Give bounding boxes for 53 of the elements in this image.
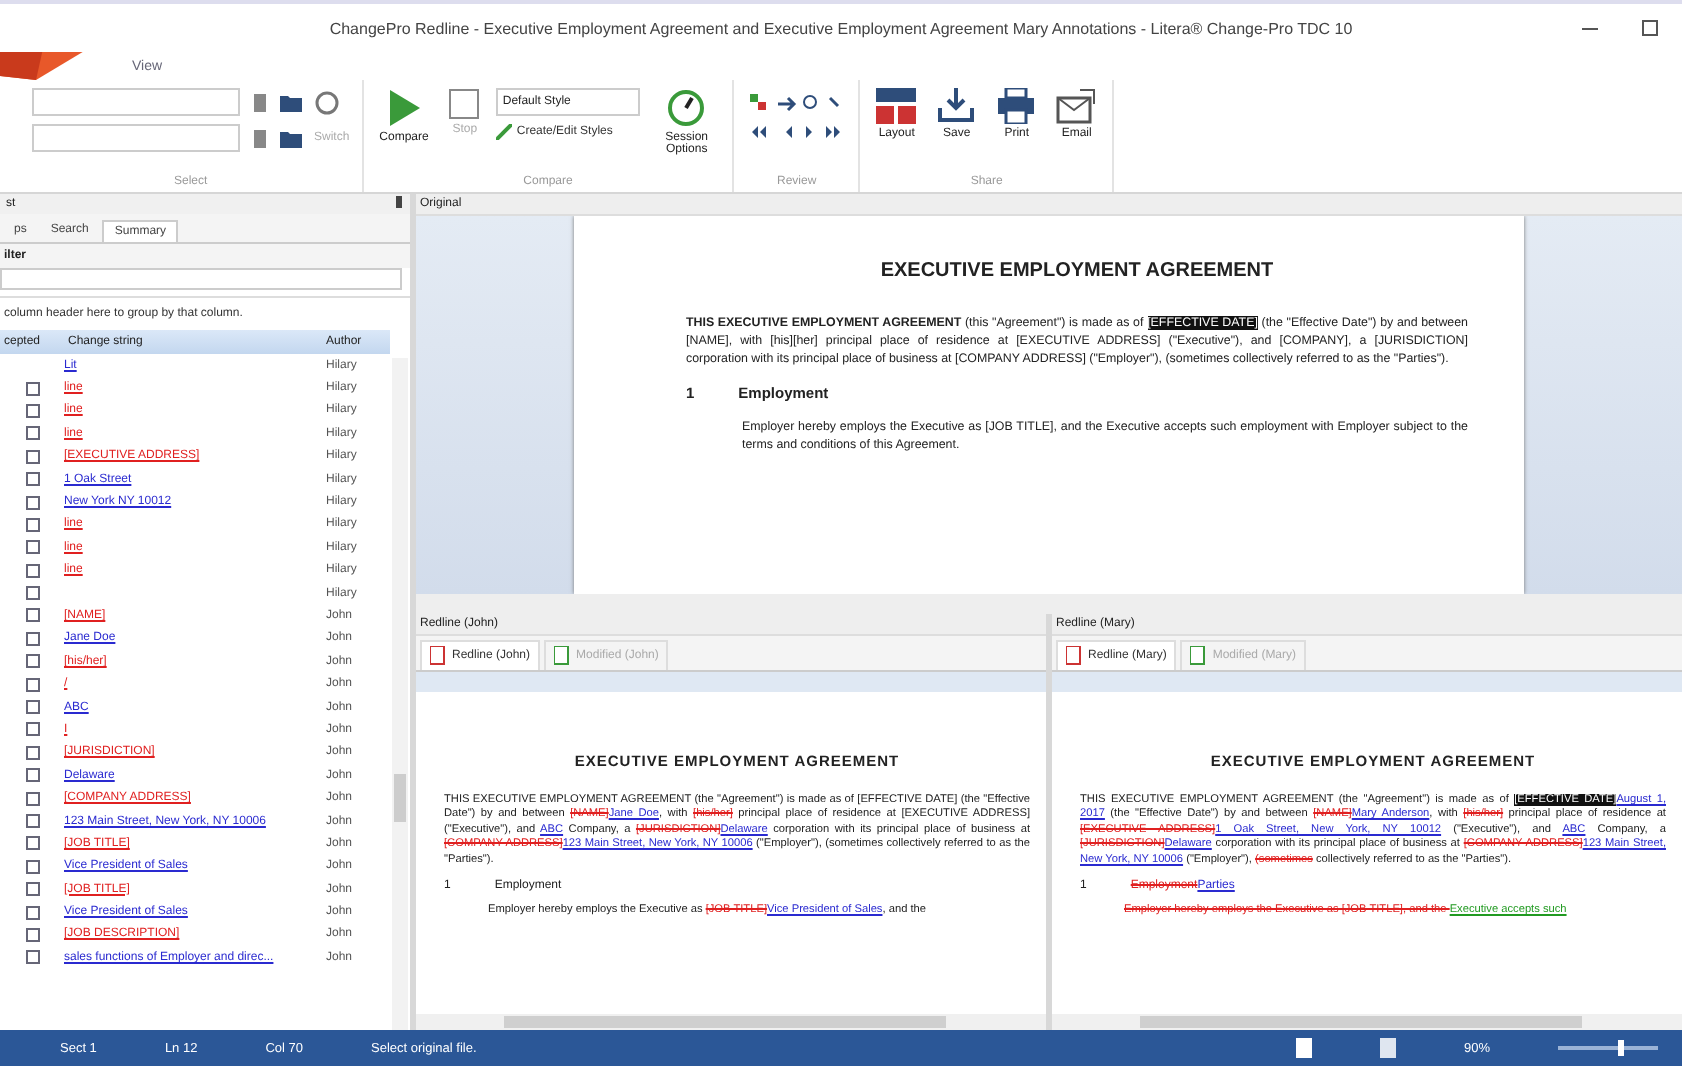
checkbox[interactable] [25,905,39,920]
gauge-icon [666,88,707,128]
stop-icon [448,88,481,120]
document-icon [1190,646,1209,666]
checkbox[interactable] [25,586,39,601]
maximize-button[interactable] [1642,20,1658,36]
checkbox[interactable] [25,517,39,532]
refresh-icon[interactable] [314,89,340,115]
scrollbar[interactable] [392,358,408,1030]
folder-icon[interactable] [280,129,302,147]
scrollbar[interactable] [416,1014,1046,1030]
page-view-icon[interactable] [1295,1038,1312,1058]
checkbox[interactable] [25,472,39,487]
checkbox[interactable] [25,950,39,965]
scrollbar[interactable] [1052,1014,1682,1030]
document-icon [1066,646,1084,666]
layout-icon [876,88,917,124]
printer-icon [996,88,1037,124]
checkbox[interactable] [25,882,39,897]
checkbox[interactable] [25,814,39,828]
folder-icon[interactable] [280,93,302,111]
pencil-icon [496,124,513,140]
window-title: ChangePro Redline - Executive Employment Agreement and Executive Employment Agreement Mary Annotations - Litera® Change-Pro TDC 10 [329,19,1353,37]
checkbox[interactable] [25,381,39,396]
checkbox[interactable] [25,859,39,874]
checkbox[interactable] [25,449,39,464]
checkbox[interactable] [25,745,39,760]
checkbox[interactable] [25,540,39,555]
checkbox[interactable] [25,403,39,418]
play-icon [386,88,423,128]
checkbox[interactable] [25,426,39,441]
checkbox[interactable] [25,700,39,715]
checkbox[interactable] [25,654,39,669]
page-view-icon[interactable] [1379,1038,1396,1058]
document-title: EXECUTIVE EMPLOYMENT AGREEMENT [878,260,1276,282]
checkbox[interactable] [25,608,39,623]
envelope-icon [1056,88,1097,124]
document-icon [252,127,268,149]
checkbox[interactable] [25,495,39,510]
checkbox[interactable] [25,631,39,646]
checkbox[interactable] [25,836,39,851]
download-icon [936,88,977,124]
checkbox[interactable] [25,563,39,578]
checkbox[interactable] [25,722,39,737]
checkbox[interactable] [25,768,39,783]
checkbox[interactable] [25,677,39,692]
document-icon [554,646,573,666]
document-icon [252,91,268,113]
pin-icon[interactable] [394,196,404,212]
checkbox[interactable] [25,791,39,806]
checkbox[interactable] [25,927,39,942]
filter-field[interactable] [0,268,402,290]
document-icon [430,646,448,666]
